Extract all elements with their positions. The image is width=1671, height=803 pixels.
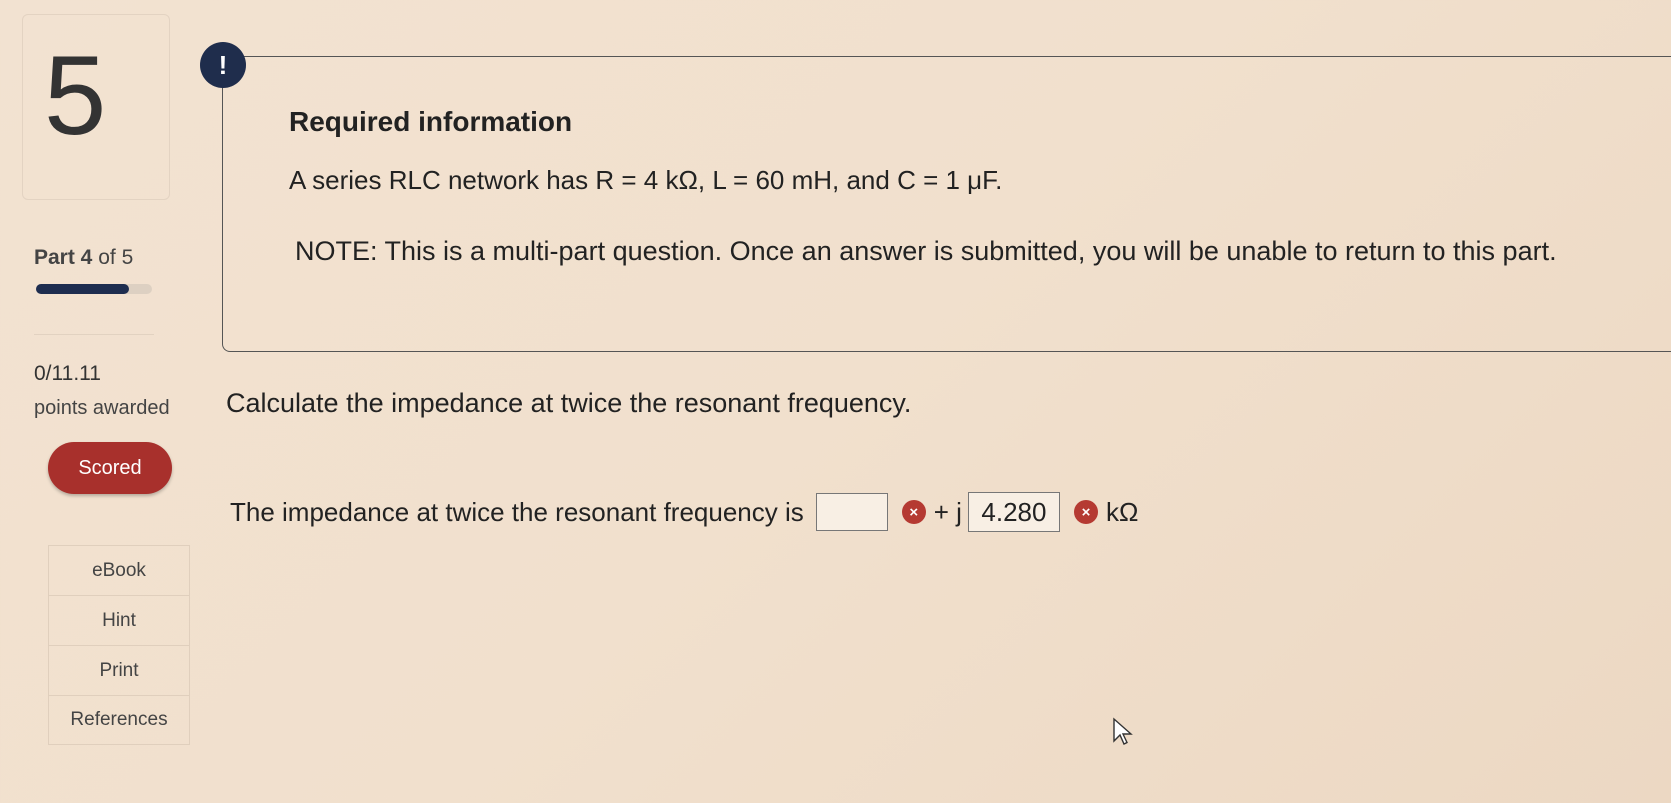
question-prompt: Calculate the impedance at twice the res… bbox=[226, 388, 912, 418]
tools-panel: eBook Hint Print References bbox=[48, 545, 190, 745]
part-indicator: Part 4 of 5 bbox=[34, 246, 133, 270]
points-value: 0/11.11 bbox=[34, 362, 101, 385]
hint-button[interactable]: Hint bbox=[48, 595, 190, 645]
plus-j-label: + j bbox=[933, 496, 962, 527]
incorrect-icon-real: × bbox=[901, 500, 926, 524]
alert-icon: ! bbox=[200, 42, 246, 88]
mouse-cursor-icon bbox=[1113, 717, 1133, 745]
required-info-title: Required information bbox=[289, 106, 573, 137]
problem-statement: A series RLC network has R = 4 kΩ, L = 6… bbox=[289, 165, 1003, 195]
required-info-box bbox=[222, 56, 1671, 352]
incorrect-icon-imag: × bbox=[1073, 500, 1098, 524]
real-part-input[interactable] bbox=[815, 493, 888, 531]
divider bbox=[34, 334, 154, 335]
imaginary-part-input[interactable]: 4.280 bbox=[967, 492, 1060, 532]
answer-row: The impedance at twice the resonant freq… bbox=[230, 492, 1138, 532]
references-button[interactable]: References bbox=[48, 695, 190, 745]
part-progress-bar bbox=[36, 284, 152, 294]
scored-badge: Scored bbox=[48, 442, 172, 494]
part-progress-fill bbox=[36, 284, 129, 294]
part-total: of 5 bbox=[98, 246, 134, 269]
print-button[interactable]: Print bbox=[48, 645, 190, 695]
answer-lead-text: The impedance at twice the resonant freq… bbox=[230, 496, 804, 527]
question-number: 5 bbox=[44, 33, 107, 158]
part-current: Part 4 bbox=[34, 246, 93, 269]
multipart-note: NOTE: This is a multi-part question. Onc… bbox=[295, 236, 1557, 266]
ebook-button[interactable]: eBook bbox=[48, 545, 190, 595]
unit-label: kΩ bbox=[1105, 496, 1139, 527]
points-label: points awarded bbox=[34, 397, 170, 419]
